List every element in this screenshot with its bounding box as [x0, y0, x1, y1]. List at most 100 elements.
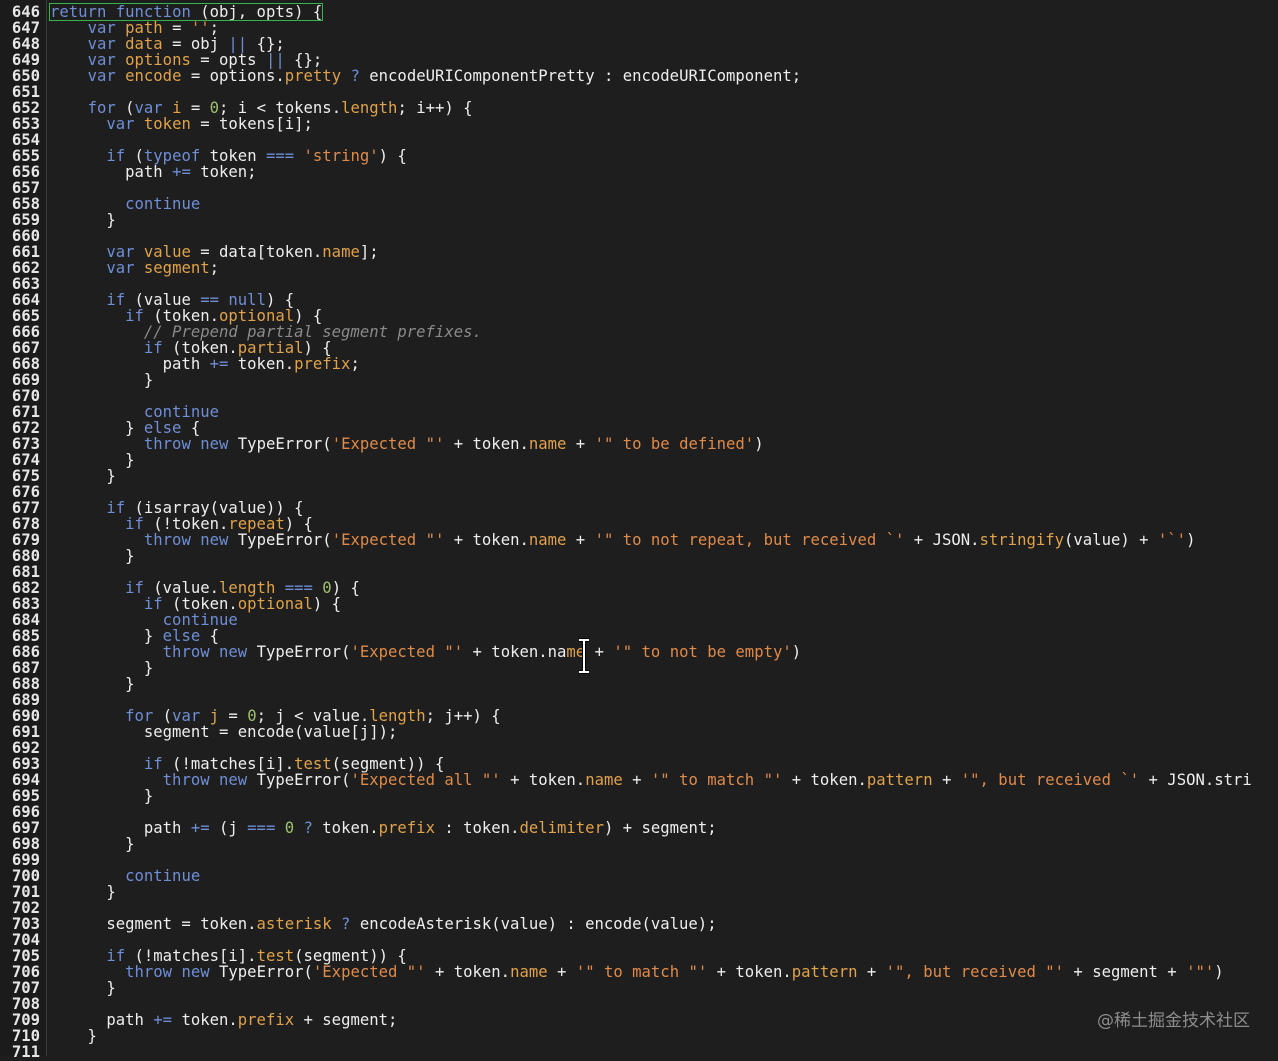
line-source[interactable]: }	[50, 212, 115, 228]
line-source[interactable]: continue	[50, 868, 200, 884]
code-line[interactable]: 673 throw new TypeError('Expected "' + t…	[0, 436, 1278, 452]
code-line[interactable]: 665 if (token.optional) {	[0, 308, 1278, 324]
line-source[interactable]: }	[50, 372, 153, 388]
line-source[interactable]: }	[50, 676, 134, 692]
code-line[interactable]: 690 for (var j = 0; j < value.length; j+…	[0, 708, 1278, 724]
code-line[interactable]: 668 path += token.prefix;	[0, 356, 1278, 372]
line-source[interactable]: if (!token.repeat) {	[50, 516, 313, 532]
line-source[interactable]: if (isarray(value)) {	[50, 500, 303, 516]
code-line[interactable]: 697 path += (j === 0 ? token.prefix : to…	[0, 820, 1278, 836]
line-source[interactable]: }	[50, 884, 115, 900]
line-source[interactable]: var encode = options.pretty ? encodeURIC…	[50, 68, 802, 84]
line-source[interactable]: var options = opts || {};	[50, 52, 323, 68]
line-source[interactable]: continue	[50, 196, 200, 212]
line-source[interactable]: throw new TypeError('Expected all "' + t…	[50, 772, 1252, 788]
line-source[interactable]: path += (j === 0 ? token.prefix : token.…	[50, 820, 717, 836]
code-line[interactable]: 711	[0, 1044, 1278, 1060]
code-line[interactable]: 687 }	[0, 660, 1278, 676]
line-source[interactable]: if (value == null) {	[50, 292, 294, 308]
line-source[interactable]: }	[50, 468, 115, 484]
code-line[interactable]: 706 throw new TypeError('Expected "' + t…	[0, 964, 1278, 980]
code-line[interactable]: 692	[0, 740, 1278, 756]
line-source[interactable]: }	[50, 548, 134, 564]
line-source[interactable]: }	[50, 836, 134, 852]
line-source[interactable]: var token = tokens[i];	[50, 116, 313, 132]
current-code-line[interactable]: 646 return function (obj, opts) {	[0, 3, 1278, 21]
code-line[interactable]: 647 var path = '';	[0, 20, 1278, 36]
code-line[interactable]: 699	[0, 852, 1278, 868]
line-source[interactable]: }	[50, 788, 153, 804]
code-line[interactable]: 675 }	[0, 468, 1278, 484]
code-line[interactable]: 654	[0, 132, 1278, 148]
line-source[interactable]: if (token.optional) {	[50, 308, 322, 324]
code-line[interactable]: 694 throw new TypeError('Expected all "'…	[0, 772, 1278, 788]
line-source[interactable]: segment = token.asterisk ? encodeAsteris…	[50, 916, 716, 932]
line-source[interactable]: if (!matches[i].test(segment)) {	[50, 756, 444, 772]
code-line[interactable]: 658 continue	[0, 196, 1278, 212]
line-source[interactable]: continue	[50, 404, 219, 420]
code-line[interactable]: 659 }	[0, 212, 1278, 228]
code-line[interactable]: 709 path += token.prefix + segment;	[0, 1012, 1278, 1028]
line-source[interactable]: throw new TypeError('Expected "' + token…	[50, 964, 1224, 980]
line-source[interactable]: throw new TypeError('Expected "' + token…	[50, 644, 801, 660]
code-line[interactable]: 669 }	[0, 372, 1278, 388]
code-line[interactable]: 663	[0, 276, 1278, 292]
code-line[interactable]: 678 if (!token.repeat) {	[0, 516, 1278, 532]
code-line[interactable]: 688 }	[0, 676, 1278, 692]
line-source[interactable]: path += token.prefix;	[50, 356, 360, 372]
code-line[interactable]: 671 continue	[0, 404, 1278, 420]
code-line[interactable]: 708	[0, 996, 1278, 1012]
code-line[interactable]: 648 var data = obj || {};	[0, 36, 1278, 52]
code-line[interactable]: 683 if (token.optional) {	[0, 596, 1278, 612]
line-source[interactable]: path += token;	[50, 164, 256, 180]
line-source[interactable]: path += token.prefix + segment;	[50, 1012, 397, 1028]
line-source[interactable]: if (typeof token === 'string') {	[50, 148, 406, 164]
code-line[interactable]: 684 continue	[0, 612, 1278, 628]
code-line[interactable]: 651	[0, 84, 1278, 100]
code-line[interactable]: 662 var segment;	[0, 260, 1278, 276]
code-line[interactable]: 710 }	[0, 1028, 1278, 1044]
code-line[interactable]: 655 if (typeof token === 'string') {	[0, 148, 1278, 164]
line-source[interactable]: return function (obj, opts) {	[48, 3, 324, 21]
line-source[interactable]: for (var j = 0; j < value.length; j++) {	[50, 708, 501, 724]
code-line[interactable]: 702	[0, 900, 1278, 916]
line-source[interactable]: for (var i = 0; i < tokens.length; i++) …	[50, 100, 473, 116]
code-line[interactable]: 700 continue	[0, 868, 1278, 884]
code-line[interactable]: 649 var options = opts || {};	[0, 52, 1278, 68]
code-lines[interactable]: 646 return function (obj, opts) {647 var …	[0, 3, 1278, 1060]
code-line[interactable]: 674 }	[0, 452, 1278, 468]
code-line[interactable]: 698 }	[0, 836, 1278, 852]
code-line[interactable]: 676	[0, 484, 1278, 500]
code-line[interactable]: 681	[0, 564, 1278, 580]
code-line[interactable]: 682 if (value.length === 0) {	[0, 580, 1278, 596]
code-line[interactable]: 696	[0, 804, 1278, 820]
line-source[interactable]: var value = data[token.name];	[50, 244, 378, 260]
code-line[interactable]: 693 if (!matches[i].test(segment)) {	[0, 756, 1278, 772]
code-line[interactable]: 652 for (var i = 0; i < tokens.length; i…	[0, 100, 1278, 116]
line-source[interactable]: } else {	[50, 628, 219, 644]
code-line[interactable]: 661 var value = data[token.name];	[0, 244, 1278, 260]
code-line[interactable]: 679 throw new TypeError('Expected "' + t…	[0, 532, 1278, 548]
code-line[interactable]: 704	[0, 932, 1278, 948]
code-line[interactable]: 685 } else {	[0, 628, 1278, 644]
line-source[interactable]: }	[50, 1028, 97, 1044]
line-source[interactable]: segment = encode(value[j]);	[50, 724, 398, 740]
code-line[interactable]: 680 }	[0, 548, 1278, 564]
line-source[interactable]: }	[50, 660, 153, 676]
line-source[interactable]: if (value.length === 0) {	[50, 580, 360, 596]
line-source[interactable]: throw new TypeError('Expected "' + token…	[50, 532, 1196, 548]
code-line[interactable]: 707 }	[0, 980, 1278, 996]
code-line[interactable]: 677 if (isarray(value)) {	[0, 500, 1278, 516]
code-line[interactable]: 650 var encode = options.pretty ? encode…	[0, 68, 1278, 84]
code-line[interactable]: 691 segment = encode(value[j]);	[0, 724, 1278, 740]
line-source[interactable]: // Prepend partial segment prefixes.	[50, 324, 482, 340]
line-source[interactable]: throw new TypeError('Expected "' + token…	[50, 436, 764, 452]
line-source[interactable]: var segment;	[50, 260, 219, 276]
code-line[interactable]: 670	[0, 388, 1278, 404]
code-line[interactable]: 667 if (token.partial) {	[0, 340, 1278, 356]
code-line[interactable]: 695 }	[0, 788, 1278, 804]
code-line[interactable]: 656 path += token;	[0, 164, 1278, 180]
line-source[interactable]: } else {	[50, 420, 200, 436]
line-source[interactable]: if (token.optional) {	[50, 596, 341, 612]
code-line[interactable]: 686 throw new TypeError('Expected "' + t…	[0, 644, 1278, 660]
